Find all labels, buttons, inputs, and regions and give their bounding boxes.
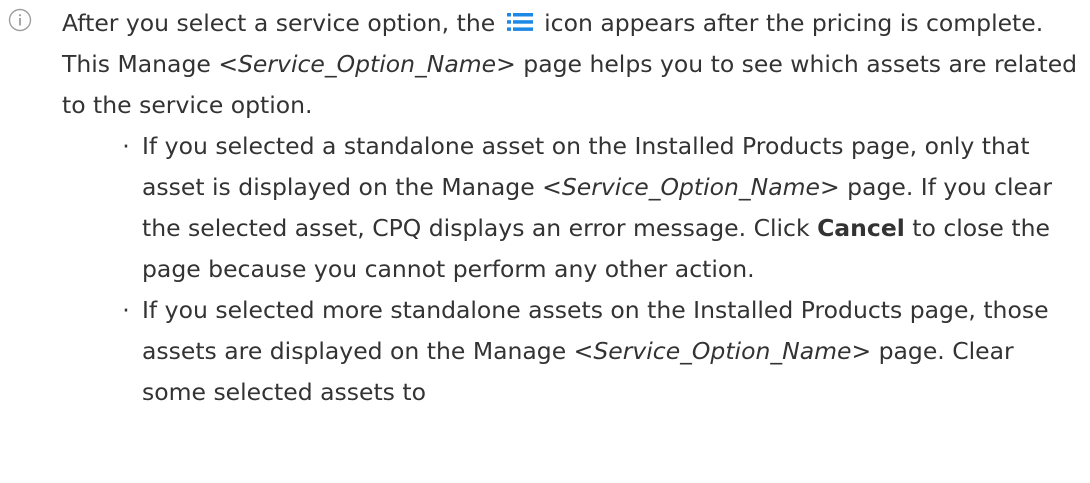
info-note: After you select a service option, the i…	[62, 3, 1082, 126]
list-icon	[506, 13, 533, 31]
service-option-name-placeholder: <Service_Option_Name>	[218, 50, 516, 78]
list-item: · If you selected more standalone assets…	[62, 290, 1082, 413]
info-note-page: After you select a service option, the i…	[0, 0, 1090, 483]
bullet-dot: ·	[122, 296, 130, 324]
bullet-list: · If you selected a standalone asset on …	[62, 126, 1082, 413]
note-paragraph: After you select a service option, the i…	[62, 3, 1082, 126]
service-option-name-placeholder: <Service_Option_Name>	[542, 173, 840, 201]
info-circle-icon	[8, 8, 32, 32]
note-text-1: After you select a service option, the	[62, 9, 503, 37]
cancel-label: Cancel	[817, 214, 905, 242]
service-option-name-placeholder: <Service_Option_Name>	[573, 337, 872, 365]
list-item: · If you selected a standalone asset on …	[62, 126, 1082, 290]
bullet-dot: ·	[122, 132, 130, 160]
